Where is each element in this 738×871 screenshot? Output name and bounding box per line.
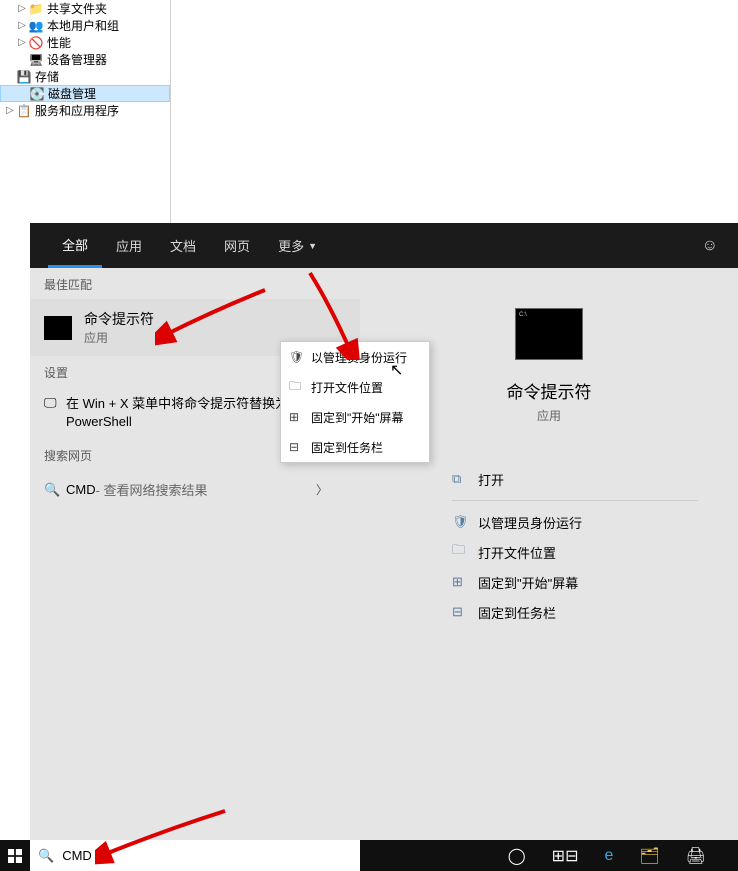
action-open[interactable]: ⧉打开 [452,464,738,494]
admin-shield-icon: 🛡 [289,350,311,364]
result-subtitle: 应用 [84,329,154,346]
admin-shield-icon: 🛡 [452,514,478,530]
expand-icon[interactable]: ▷ [16,37,28,48]
ctx-open-location[interactable]: 🗀打开文件位置 [281,372,429,402]
tab-apps[interactable]: 应用 [102,223,156,268]
tree-item-local-users[interactable]: ▷👥本地用户和组 [0,17,170,34]
edge-icon[interactable]: e [604,847,613,865]
tree-label: 磁盘管理 [48,85,96,102]
taskbar-pinned-apps: ◯ ⊞⊟ e 🗂 🖨 [508,840,738,871]
tree-label: 本地用户和组 [47,17,119,34]
section-best-match: 最佳匹配 [30,268,360,299]
perf-icon: 🚫 [28,36,44,50]
task-view-icon[interactable]: ⊞⊟ [552,846,579,866]
tab-web[interactable]: 网页 [210,223,264,268]
tree-item-shared-folders[interactable]: ▷📁共享文件夹 [0,0,170,17]
feedback-icon[interactable]: ☺ [702,237,718,255]
search-value: CMD [62,848,92,863]
action-pin-taskbar[interactable]: ⊟固定到任务栏 [452,597,738,627]
windows-logo-icon [8,849,22,863]
search-icon: 🔍 [44,482,66,498]
pin-taskbar-icon: ⊟ [452,604,478,620]
expand-icon[interactable]: ▷ [4,105,16,116]
preview-actions: ⧉打开 🛡以管理员身份运行 🗀打开文件位置 ⊞固定到"开始"屏幕 ⊟固定到任务栏 [360,464,738,627]
web-result-item[interactable]: 🔍 CMD - 查看网络搜索结果 〉 [30,470,360,509]
tree-label: 设备管理器 [47,51,107,68]
action-run-admin[interactable]: 🛡以管理员身份运行 [452,507,738,537]
tree-item-performance[interactable]: ▷🚫性能 [0,34,170,51]
tab-docs[interactable]: 文档 [156,223,210,268]
folder-icon: 🗀 [289,377,311,398]
tree-item-storage[interactable]: 💾存储 [0,68,170,85]
tree-item-services[interactable]: ▷📋服务和应用程序 [0,102,170,119]
storage-icon: 💾 [16,70,32,84]
tree-label: 性能 [47,34,71,51]
taskbar-search-input[interactable]: 🔍 CMD [30,840,360,871]
chevron-right-icon: 〉 [316,481,328,498]
taskbar: 🔍 CMD ◯ ⊞⊟ e 🗂 🖨 [0,840,738,871]
web-result-suffix: - 查看网络搜索结果 [96,480,208,499]
tree-item-device-manager[interactable]: 🖥设备管理器 [0,51,170,68]
pin-start-icon: ⊞ [452,574,478,590]
cortana-icon[interactable]: ◯ [508,846,526,866]
open-icon: ⧉ [452,471,478,487]
tree-label: 服务和应用程序 [35,102,119,119]
pin-taskbar-icon: ⊟ [289,440,311,454]
folder-icon: 📁 [28,2,44,16]
pin-start-icon: ⊞ [289,410,311,424]
search-icon: 🔍 [38,848,54,864]
tree-item-disk-management[interactable]: 💽磁盘管理 [0,85,170,102]
disk-icon: 💽 [29,87,45,101]
action-open-location[interactable]: 🗀打开文件位置 [452,537,738,567]
result-title: 命令提示符 [84,309,154,329]
mmc-tree: ▷📁共享文件夹 ▷👥本地用户和组 ▷🚫性能 🖥设备管理器 💾存储 💽磁盘管理 ▷… [0,0,170,119]
ctx-pin-start[interactable]: ⊞固定到"开始"屏幕 [281,402,429,432]
ctx-pin-taskbar[interactable]: ⊟固定到任务栏 [281,432,429,462]
expand-icon[interactable]: ▷ [16,20,28,31]
ctx-run-as-admin[interactable]: 🛡以管理员身份运行 [281,342,429,372]
users-icon: 👥 [28,19,44,33]
tab-more[interactable]: 更多▼ [264,223,331,268]
expand-icon[interactable]: ▷ [16,3,28,14]
action-pin-start[interactable]: ⊞固定到"开始"屏幕 [452,567,738,597]
folder-icon: 🗀 [452,541,478,563]
app-icon[interactable]: 🖨 [686,846,706,866]
tree-label: 共享文件夹 [47,0,107,17]
context-menu: 🛡以管理员身份运行 🗀打开文件位置 ⊞固定到"开始"屏幕 ⊟固定到任务栏 [280,341,430,463]
search-tabs: 全部 应用 文档 网页 更多▼ ☺ [30,223,738,268]
services-icon: 📋 [16,104,32,118]
tab-all[interactable]: 全部 [48,223,102,268]
start-button[interactable] [0,840,30,871]
cmd-thumbnail-icon [44,316,72,340]
file-explorer-icon[interactable]: 🗂 [639,846,659,866]
preview-thumbnail: C:\ [515,308,583,360]
web-result-query: CMD [66,482,96,497]
chevron-down-icon: ▼ [308,241,317,251]
tree-label: 存储 [35,68,59,85]
divider [452,500,698,501]
start-search-panel: 全部 应用 文档 网页 更多▼ ☺ 最佳匹配 命令提示符 应用 设置 🖵 在 W… [30,223,738,841]
device-icon: 🖥 [28,53,44,67]
monitor-icon: 🖵 [44,395,66,411]
